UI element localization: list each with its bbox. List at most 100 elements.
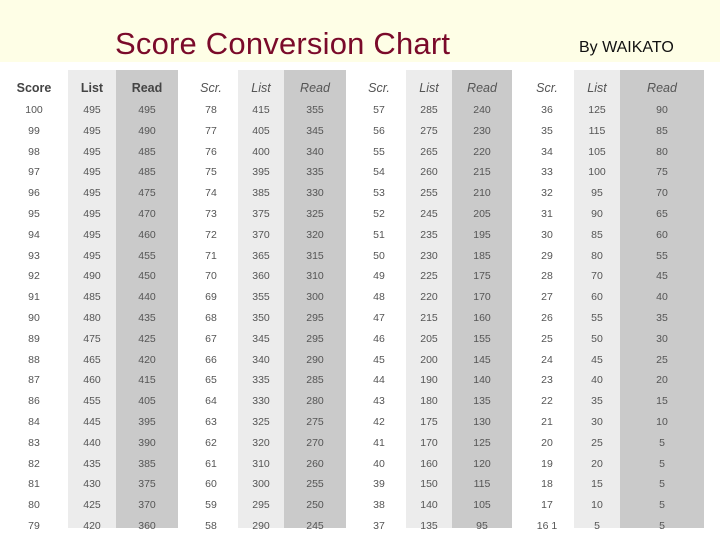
score-cell: 25 [541,332,553,345]
list-column: List 495 495 495 495 495 495 495 495 490 485 480 475… [68,70,116,532]
read-cell: 355 [306,104,324,116]
list-cell: 225 [420,270,438,283]
score-cell: 80 [28,499,40,512]
read-cell: 420 [138,353,156,366]
score-cell: 30 [541,228,553,241]
score-cell: 74 [205,187,217,200]
list-cell: 205 [420,332,438,345]
read-cell: 385 [138,457,156,470]
list-cell: 245 [420,208,438,220]
list-cell: 435 [83,457,101,470]
score-column: Scr. 78 77 76 75 74 73 72 71 70 69 68 67 66 65 64 63 62 61… [190,70,232,532]
list-cell: 150 [420,478,438,491]
list-cell: 415 [252,104,270,116]
read-cell: 490 [138,124,156,137]
read-column: Read 90 85 80 75 70 65 60 55 45 40 35 30 25 20 15 10 5 5 5 5… [620,70,704,532]
list-cell: 125 [588,104,606,116]
score-cell: 71 [205,249,217,262]
list-cell: 15 [591,478,603,491]
column-header: Scr. [368,81,390,95]
read-cell: 15 [656,395,668,408]
list-cell: 300 [252,478,270,491]
column-header: Read [300,81,330,95]
list-column: List 285 275 265 260 255 245 235 230 225 220 215 205… [406,70,452,532]
score-cell: 36 [541,104,553,116]
read-cell: 65 [656,208,668,220]
list-cell: 230 [420,249,438,262]
list-cell: 465 [83,353,101,366]
score-cell: 20 [541,436,553,449]
read-cell: 485 [138,166,156,179]
read-cell: 170 [473,291,491,304]
read-cell: 405 [138,395,156,408]
read-cell: 415 [138,374,156,387]
column-header: List [587,81,607,95]
read-cell: 45 [656,270,668,283]
read-cell: 320 [306,228,324,241]
list-cell: 395 [252,166,270,179]
list-cell: 495 [83,104,101,116]
read-cell: 205 [473,208,491,220]
score-cell: 55 [373,145,385,158]
read-cell: 270 [306,436,324,449]
column-header: List [419,81,439,95]
column-header: Read [647,81,677,95]
read-column: Read 495 490 485 485 475 470 460 455 450 440 435 425… [116,70,178,532]
list-cell: 345 [252,332,270,345]
score-cell: 59 [205,499,217,512]
read-cell: 240 [473,104,491,116]
score-cell: 17 [541,499,553,512]
read-cell: 115 [473,478,491,491]
list-cell: 35 [591,395,603,408]
read-cell: 375 [138,478,156,491]
score-cell: 98 [28,145,40,158]
read-cell: 295 [306,312,324,324]
list-cell: 30 [591,416,603,428]
score-cell: 95 [28,208,40,220]
read-cell: 310 [306,270,324,283]
list-cell: 45 [591,353,603,366]
score-cell: 67 [205,332,217,345]
conversion-table: Score 100 99 98 97 96 95 94 93 92 91 90 89 88 87 86 84 83… [0,62,720,540]
score-cell: 16 1 [536,520,558,532]
score-cell: 57 [373,104,385,116]
list-cell: 160 [420,457,438,470]
read-cell: 440 [138,291,156,304]
score-cell: 22 [541,395,553,408]
read-cell: 280 [306,395,324,408]
read-cell: 215 [473,166,491,179]
list-cell: 385 [252,187,270,200]
score-cell: 27 [541,291,553,304]
list-cell: 40 [591,374,603,387]
read-cell: 330 [306,187,324,200]
read-cell: 300 [306,291,324,304]
read-cell: 5 [659,457,665,470]
score-cell: 87 [28,374,40,387]
read-cell: 460 [138,228,156,241]
list-cell: 275 [420,124,438,137]
score-cell: 48 [373,291,385,304]
score-cell: 97 [28,166,40,179]
score-cell: 26 [541,312,553,324]
list-cell: 220 [420,291,438,304]
score-column: Scr. 57 56 55 54 53 52 51 50 49 48 47 46 45 44 43 42 41 40… [358,70,400,532]
list-cell: 400 [252,145,270,158]
list-cell: 480 [83,312,101,324]
read-cell: 145 [473,353,491,366]
list-cell: 375 [252,208,270,220]
list-cell: 85 [591,228,603,241]
score-cell: 41 [373,436,385,449]
read-cell: 210 [473,187,491,200]
read-cell: 5 [659,478,665,491]
list-cell: 70 [591,270,603,283]
read-cell: 120 [473,457,491,470]
list-cell: 55 [591,312,603,324]
read-cell: 80 [656,145,668,158]
score-cell: 81 [28,478,40,491]
list-cell: 475 [83,332,101,345]
header-band: Score Conversion Chart By WAIKATO [0,0,720,62]
score-cell: 49 [373,270,385,283]
score-cell: 72 [205,228,217,241]
list-cell: 135 [420,520,438,532]
list-cell: 440 [83,436,101,449]
